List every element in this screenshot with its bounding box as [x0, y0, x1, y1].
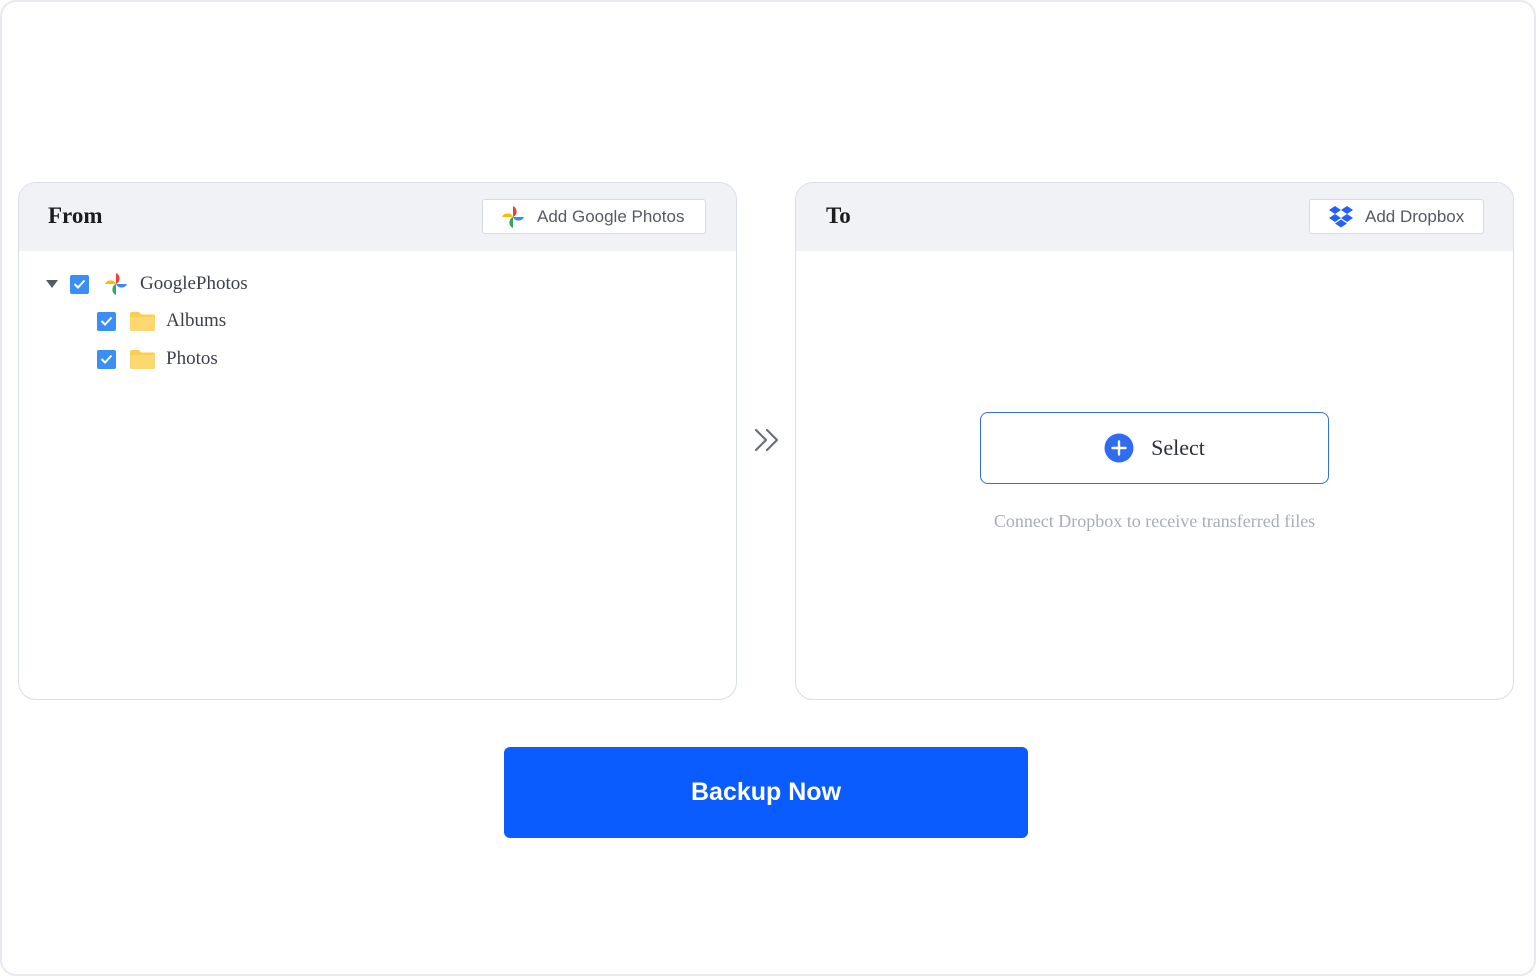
- add-dropbox-button[interactable]: Add Dropbox: [1309, 199, 1484, 234]
- double-chevron-right-icon: [754, 428, 782, 459]
- destination-panel-header: To Add Dropbox: [796, 183, 1513, 251]
- tree-label-photos: Photos: [166, 348, 218, 369]
- dropbox-icon: [1328, 205, 1354, 229]
- tree-label-albums: Albums: [166, 310, 227, 331]
- caret-down-icon[interactable]: [46, 279, 58, 289]
- destination-panel: To Add Dropbox Select Connect Dropbox to…: [795, 182, 1514, 700]
- backup-page: From Add Google Photos GooglePhotos Albu…: [0, 0, 1536, 976]
- source-panel-header: From Add Google Photos: [19, 183, 736, 251]
- google-photos-icon: [500, 204, 526, 230]
- tree-label-googlephotos: GooglePhotos: [140, 273, 248, 294]
- tree-row-photos[interactable]: Photos: [97, 346, 218, 372]
- tree-row-googlephotos[interactable]: GooglePhotos: [46, 271, 248, 297]
- google-photos-icon: [103, 271, 129, 297]
- select-button-label: Select: [1151, 435, 1205, 460]
- source-panel: From Add Google Photos GooglePhotos Albu…: [18, 182, 737, 700]
- plus-circle-icon: [1104, 433, 1134, 463]
- checkbox-albums[interactable]: [97, 311, 116, 331]
- add-google-photos-label: Add Google Photos: [537, 206, 685, 226]
- add-dropbox-label: Add Dropbox: [1365, 206, 1465, 226]
- source-panel-title: From: [48, 203, 103, 228]
- checkbox-googlephotos[interactable]: [70, 274, 89, 294]
- add-google-photos-button[interactable]: Add Google Photos: [482, 199, 706, 234]
- select-destination-button[interactable]: Select: [980, 412, 1329, 484]
- folder-icon: [130, 349, 155, 369]
- destination-panel-title: To: [826, 203, 851, 228]
- folder-icon: [130, 311, 155, 331]
- backup-now-button[interactable]: Backup Now: [504, 747, 1028, 838]
- tree-row-albums[interactable]: Albums: [97, 308, 226, 334]
- destination-hint: Connect Dropbox to receive transferred f…: [993, 511, 1316, 531]
- checkbox-photos[interactable]: [97, 349, 116, 369]
